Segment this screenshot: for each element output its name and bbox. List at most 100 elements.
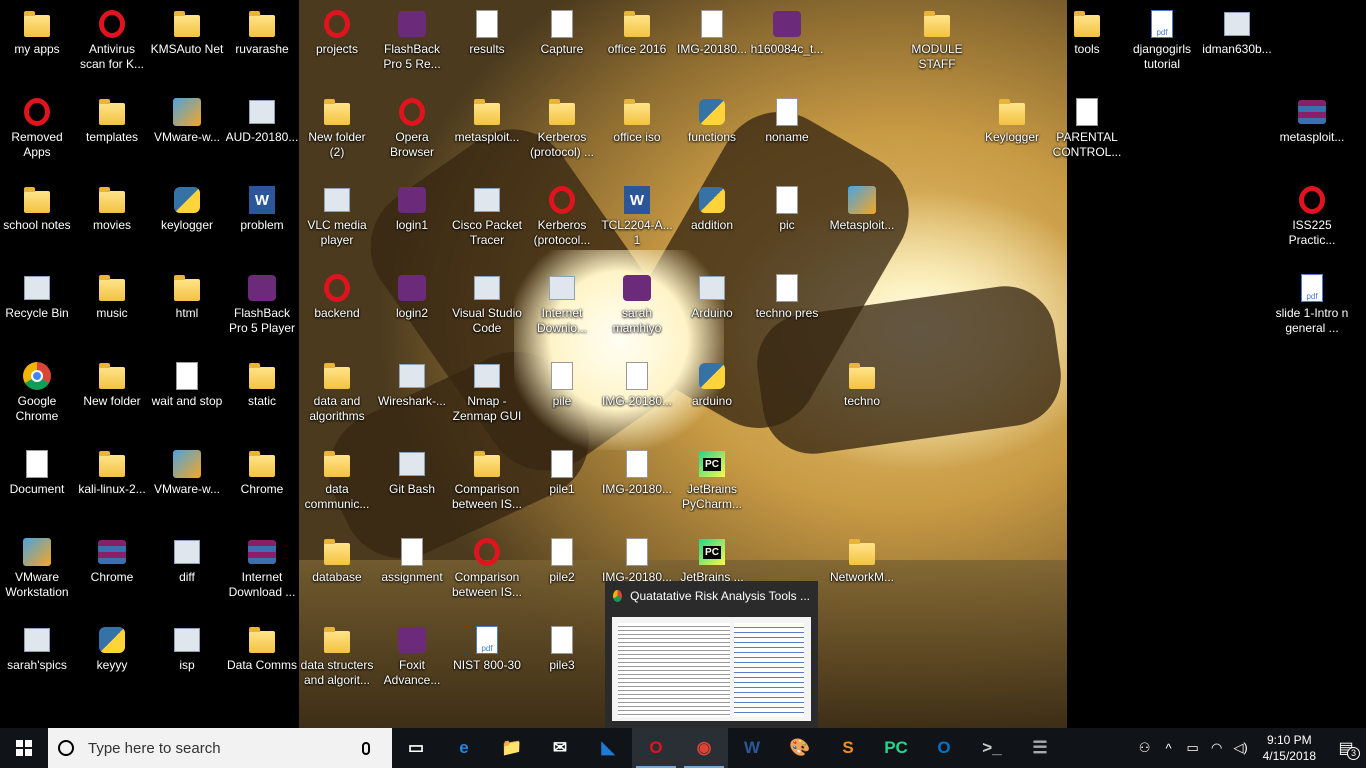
desktop-icon[interactable]: Comparison between IS... [450,448,524,512]
desktop-icon[interactable]: Document [0,448,74,497]
desktop-icon[interactable]: New folder (2) [300,96,374,160]
desktop-icon[interactable]: Keylogger [975,96,1049,145]
taskbar-chrome-button[interactable]: ◉ [680,728,728,768]
desktop-icon[interactable]: Metasploit... [825,184,899,233]
taskbar-edge-button[interactable]: e [440,728,488,768]
desktop-icon[interactable]: Antivirus scan for K... [75,8,149,72]
desktop-icon[interactable]: my apps [0,8,74,57]
desktop-icon[interactable]: W TCL2204-A... 1 [600,184,674,248]
desktop-icon[interactable]: functions [675,96,749,145]
preview-thumbnail[interactable] [612,617,811,721]
taskbar-wireshark-button[interactable]: ◣ [584,728,632,768]
desktop-icon[interactable]: metasploit... [450,96,524,145]
taskbar-cmd-button[interactable]: >_ [968,728,1016,768]
desktop-icon[interactable]: movies [75,184,149,233]
desktop-icon[interactable]: Opera Browser [375,96,449,160]
desktop-icon[interactable]: data and algorithms [300,360,374,424]
people-icon[interactable]: ⚇ [1133,728,1157,768]
desktop-icon[interactable]: kali-linux-2... [75,448,149,497]
volume-icon[interactable]: ◁) [1229,728,1253,768]
taskbar-preview-window[interactable]: Quatatative Risk Analysis Tools ... [605,581,818,728]
taskbar-sublime-button[interactable]: S [824,728,872,768]
desktop-icon[interactable]: Kerberos (protocol... [525,184,599,248]
desktop-icon[interactable]: results [450,8,524,57]
desktop-icon[interactable]: data communic... [300,448,374,512]
desktop-icon[interactable]: Visual Studio Code [450,272,524,336]
desktop-icon[interactable]: techno [825,360,899,409]
desktop-icon[interactable]: Chrome [225,448,299,497]
desktop-icon[interactable]: FlashBack Pro 5 Player [225,272,299,336]
desktop-icon[interactable]: New folder [75,360,149,409]
clock[interactable]: 9:10 PM 4/15/2018 [1263,732,1316,764]
desktop-icon[interactable]: pile3 [525,624,599,673]
desktop-icon[interactable]: Google Chrome [0,360,74,424]
desktop-icon[interactable]: AUD-20180... [225,96,299,145]
search-input[interactable] [86,738,360,758]
desktop-icon[interactable]: KMSAuto Net [150,8,224,57]
desktop-icon[interactable]: Recycle Bin [0,272,74,321]
desktop-icon[interactable]: pile1 [525,448,599,497]
battery-icon[interactable]: ▭ [1181,728,1205,768]
taskbar-opera-button[interactable]: O [632,728,680,768]
taskbar-word-button[interactable]: W [728,728,776,768]
desktop-icon[interactable]: login1 [375,184,449,233]
desktop-icon[interactable]: VLC media player [300,184,374,248]
desktop-icon[interactable]: Internet Downlo... [525,272,599,336]
desktop-icon[interactable]: pile [525,360,599,409]
desktop-icon[interactable]: Capture [525,8,599,57]
desktop-icon[interactable]: tools [1050,8,1124,57]
taskbar-file-explorer-button[interactable]: 📁 [488,728,536,768]
desktop-icon[interactable]: html [150,272,224,321]
desktop-icon[interactable]: login2 [375,272,449,321]
desktop-icon[interactable]: arduino [675,360,749,409]
desktop-icon[interactable]: Nmap - Zenmap GUI [450,360,524,424]
taskbar-database-button[interactable]: ☰ [1016,728,1064,768]
desktop-icon[interactable]: keylogger [150,184,224,233]
desktop-icon[interactable]: NetworkM... [825,536,899,585]
desktop-icon[interactable]: office iso [600,96,674,145]
desktop-icon[interactable]: isp [150,624,224,673]
desktop-icon[interactable]: noname [750,96,824,145]
desktop-icon[interactable]: data structers and algorit... [300,624,374,688]
desktop-icon[interactable]: IMG-20180... [600,360,674,409]
desktop-icon[interactable]: templates [75,96,149,145]
desktop-icon[interactable]: static [225,360,299,409]
desktop-icon[interactable]: Comparison between IS... [450,536,524,600]
desktop-icon[interactable]: Removed Apps [0,96,74,160]
desktop-icon[interactable]: Kerberos (protocol) ... [525,96,599,160]
desktop-icon[interactable]: pic [750,184,824,233]
desktop-icon[interactable]: Arduino [675,272,749,321]
desktop-icon[interactable]: Internet Download ... [225,536,299,600]
desktop-icon[interactable]: h160084c_t... [750,8,824,57]
desktop-icon[interactable]: PC JetBrains ... [675,536,749,585]
desktop-icon[interactable]: sarah mamhiyo [600,272,674,336]
desktop-icon[interactable]: FlashBack Pro 5 Re... [375,8,449,72]
desktop-icon[interactable]: assignment [375,536,449,585]
start-button[interactable] [0,728,48,768]
desktop-icon[interactable]: projects [300,8,374,57]
desktop-icon[interactable]: ISS225 Practic... [1275,184,1349,248]
desktop-icon[interactable]: IMG-20180... [675,8,749,57]
desktop-icon[interactable]: backend [300,272,374,321]
desktop-icon[interactable]: IMG-20180... [600,536,674,585]
desktop-icon[interactable]: wait and stop [150,360,224,409]
desktop-icon[interactable]: diff [150,536,224,585]
desktop-icon[interactable]: music [75,272,149,321]
taskbar-task-view-button[interactable]: ▭ [392,728,440,768]
search-box[interactable] [48,728,392,768]
desktop-icon[interactable]: idman630b... [1200,8,1274,57]
desktop-icon[interactable]: school notes [0,184,74,233]
desktop-icon[interactable]: PC JetBrains PyCharm... [675,448,749,512]
desktop-icon[interactable]: VMware Workstation [0,536,74,600]
desktop-icon[interactable]: sarah'spics [0,624,74,673]
taskbar-outlook-button[interactable]: O [920,728,968,768]
microphone-icon[interactable] [362,741,370,755]
desktop-icon[interactable]: Cisco Packet Tracer [450,184,524,248]
action-center-icon[interactable]: ▤ 3 [1326,728,1366,768]
taskbar-pycharm-button[interactable]: PC [872,728,920,768]
desktop-icon[interactable]: keyyy [75,624,149,673]
desktop-icon[interactable]: techno pres [750,272,824,321]
desktop-icon[interactable]: addition [675,184,749,233]
taskbar-paint-button[interactable]: 🎨 [776,728,824,768]
desktop-icon[interactable]: Chrome [75,536,149,585]
